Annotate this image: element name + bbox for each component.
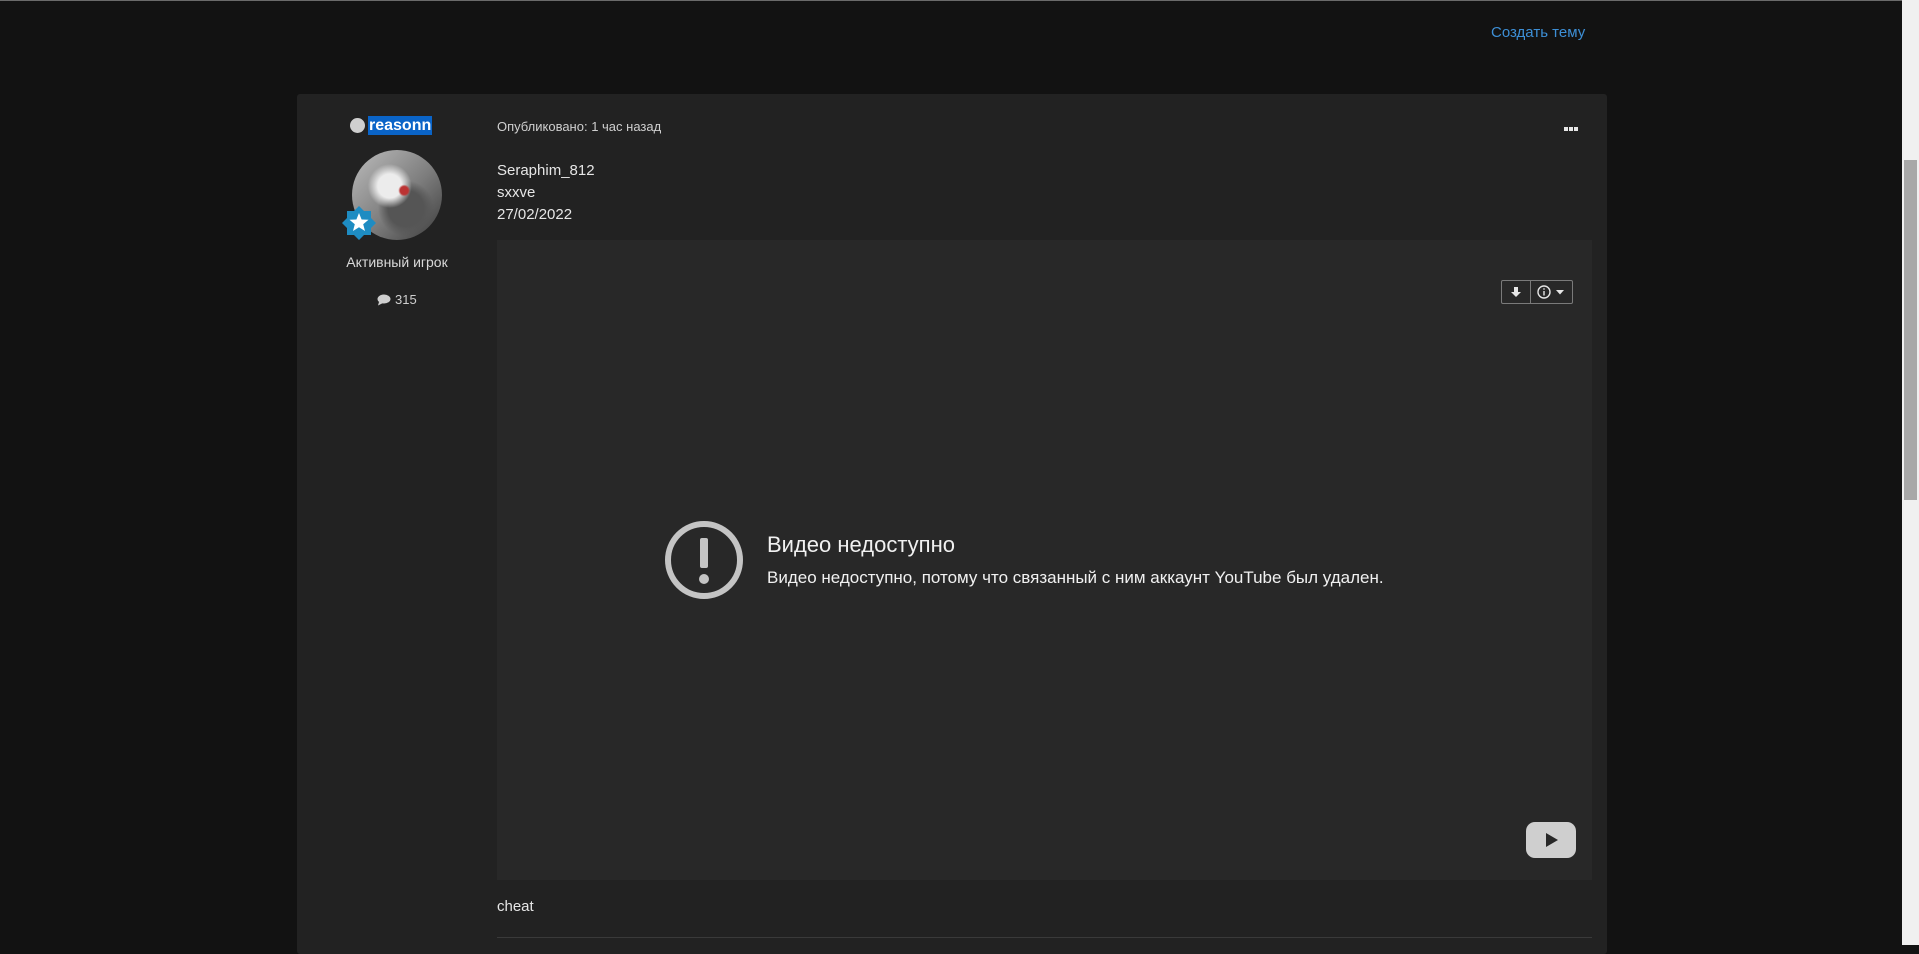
youtube-icon[interactable] <box>1526 822 1576 858</box>
info-dropdown-button[interactable] <box>1530 281 1572 303</box>
username-row: reasonn <box>350 116 433 135</box>
post-line: Seraphim_812 <box>497 162 595 179</box>
create-topic-link[interactable]: Создать тему <box>1491 24 1585 41</box>
download-button[interactable] <box>1502 281 1530 303</box>
forum-post: reasonn Активный игрок 315 Опубликовано:… <box>297 94 1607 954</box>
post-line: 27/02/2022 <box>497 206 573 223</box>
comment-icon <box>377 294 391 305</box>
more-options-icon[interactable] <box>1564 118 1580 131</box>
post-line: sxxve <box>497 184 536 201</box>
post-count-value: 315 <box>395 292 417 307</box>
video-error: Видео недоступно Видео недоступно, потом… <box>664 520 1384 600</box>
post-date: Опубликовано: 1 час назад <box>497 119 662 134</box>
video-error-title: Видео недоступно <box>767 532 955 557</box>
online-status-icon <box>350 118 365 133</box>
rank-title: Активный игрок <box>346 254 448 270</box>
video-error-description: Видео недоступно, потому что связанный с… <box>767 568 1384 587</box>
post-count[interactable]: 315 <box>377 292 417 307</box>
username-link[interactable]: reasonn <box>368 116 433 135</box>
embedded-video[interactable]: Видео недоступно Видео недоступно, потом… <box>497 240 1592 880</box>
scrollbar-thumb[interactable] <box>1904 160 1917 500</box>
alert-icon <box>665 521 743 599</box>
divider <box>497 937 1592 938</box>
info-icon <box>1536 285 1564 299</box>
top-border <box>0 0 1919 1</box>
post-body: Seraphim_812 sxxve 27/02/2022 <box>497 160 595 226</box>
rank-star-icon <box>342 206 376 240</box>
post-footer-text: cheat <box>497 898 534 915</box>
download-icon <box>1511 287 1521 297</box>
video-tools <box>1501 280 1573 304</box>
